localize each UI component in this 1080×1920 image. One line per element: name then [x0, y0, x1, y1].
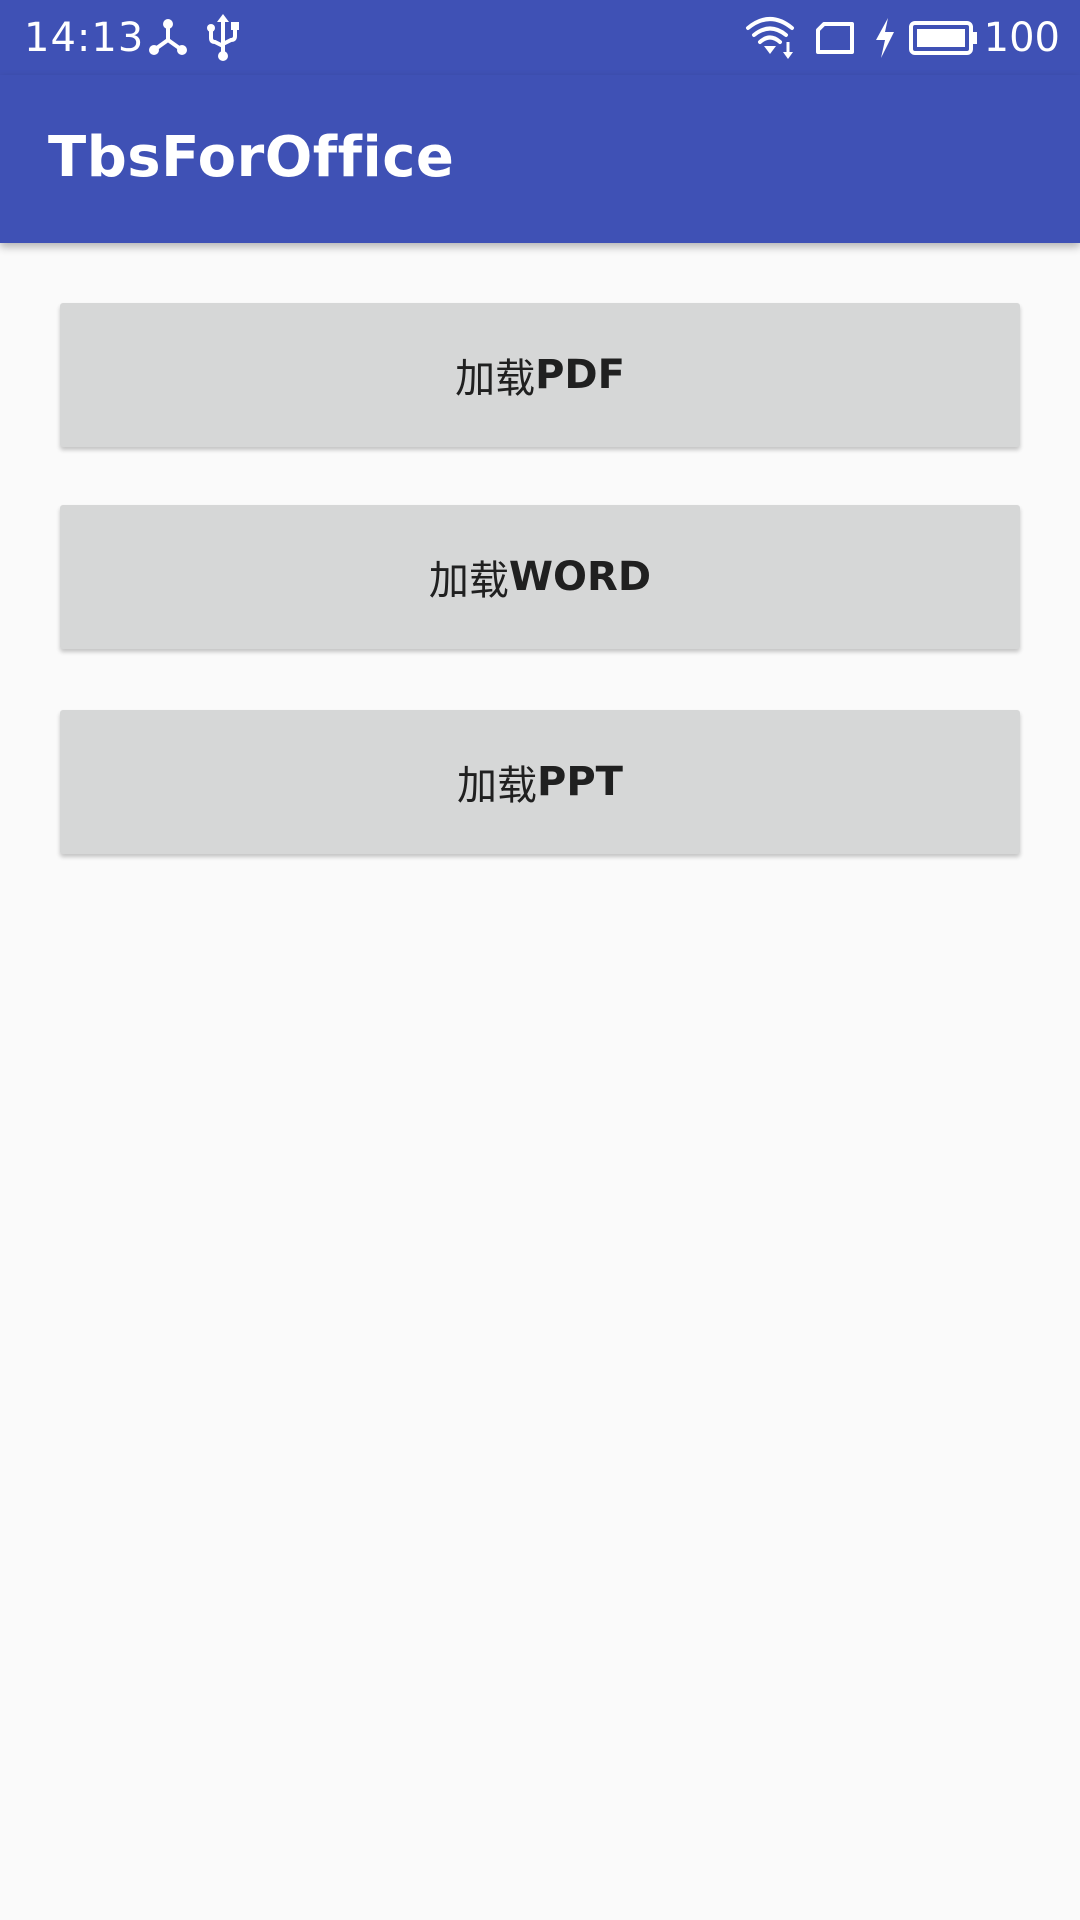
load-pdf-button-suffix: PDF [535, 352, 625, 398]
share-icon [149, 19, 187, 55]
status-bar: 14:13 100 [0, 0, 1080, 75]
app-screen: 14:13 100 TbsForOffice 加载 PDF 加载 WORD 加载… [0, 0, 1080, 1920]
status-time: 14:13 [24, 15, 145, 61]
load-pdf-button[interactable]: 加载 PDF [60, 303, 1020, 447]
wifi-icon [746, 17, 794, 59]
battery-percentage: 100 [983, 15, 1060, 61]
load-ppt-button-prefix: 加载 [457, 763, 538, 809]
sim-card-icon [816, 22, 854, 54]
app-title: TbsForOffice [48, 125, 455, 190]
usb-icon [207, 14, 239, 61]
load-ppt-button[interactable]: 加载 PPT [60, 710, 1020, 854]
load-ppt-button-suffix: PPT [537, 759, 623, 805]
load-word-button-suffix: WORD [508, 554, 652, 600]
load-word-button-prefix: 加载 [428, 558, 509, 604]
load-pdf-button-prefix: 加载 [455, 356, 536, 402]
app-bar: TbsForOffice [0, 75, 1080, 243]
load-word-button[interactable]: 加载 WORD [60, 505, 1020, 649]
battery-icon [909, 21, 977, 55]
charging-icon [876, 18, 894, 58]
